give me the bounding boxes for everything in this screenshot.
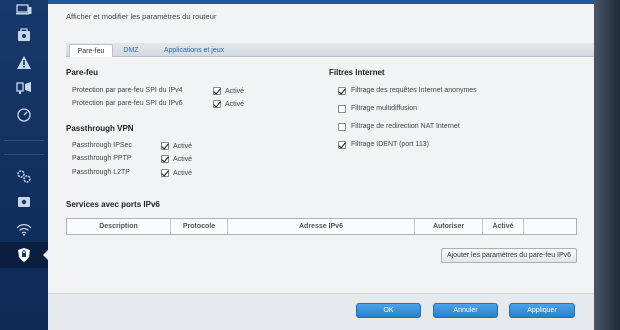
multicast-checkbox[interactable]: [338, 105, 346, 113]
parental-controls-icon: [18, 28, 30, 41]
pptp-enabled-label: Activé: [173, 156, 193, 163]
spi-ipv6-label: Protection par pare-feu SPI du IPv6: [72, 100, 183, 107]
nav-parental-controls[interactable]: [0, 22, 48, 48]
nav-devices[interactable]: [0, 0, 48, 23]
nat-redirection-checkbox[interactable]: [338, 123, 346, 131]
ipv6-services-title: Services avec ports IPv6: [66, 200, 160, 209]
vpn-section-title: Passthrough VPN: [66, 124, 134, 133]
l2tp-label: Passthrough L2TP: [72, 169, 130, 176]
apply-button[interactable]: Appliquer: [509, 303, 575, 318]
column-header-actions: [524, 219, 576, 234]
ident-checkbox[interactable]: [338, 141, 346, 149]
ipsec-checkbox[interactable]: [161, 142, 169, 150]
main-panel: Afficher et modifier les paramètres du r…: [48, 0, 620, 330]
settings-icon: [17, 170, 31, 183]
header-bar: [48, 0, 594, 4]
window-edge: [594, 0, 620, 330]
nav-security[interactable]: [0, 242, 48, 268]
l2tp-checkbox[interactable]: [161, 169, 169, 177]
nav-external-storage[interactable]: [0, 189, 48, 215]
spi-ipv4-checkbox[interactable]: [213, 87, 221, 95]
firewall-section-title: Pare-feu: [66, 68, 99, 77]
media-prioritization-icon: [16, 82, 31, 94]
nav-separator: [4, 154, 44, 155]
usb-storage-icon: [18, 197, 30, 207]
spi-ipv4-enabled-label: Activé: [225, 88, 245, 95]
internet-filters-title: Filtres Internet: [329, 68, 385, 77]
ipsec-label: Passthrough IPSec: [72, 142, 132, 149]
column-header-enabled: Activé: [483, 219, 524, 234]
tab-dmz[interactable]: DMZ: [116, 44, 146, 57]
ipv6-services-table: Description Protocole Adresse IPv6 Autor…: [66, 218, 577, 235]
tab-bar: Pare-feu DMZ Applications et jeux: [66, 43, 620, 57]
ok-button[interactable]: OK: [356, 303, 421, 318]
column-header-protocol: Protocole: [171, 219, 228, 234]
devices-icon: [16, 4, 32, 15]
pptp-checkbox[interactable]: [161, 155, 169, 163]
pptp-label: Passthrough PPTP: [72, 155, 132, 162]
nav-wireless[interactable]: [0, 216, 48, 242]
add-ipv6-firewall-button[interactable]: Ajouter les paramètres du pare-feu IPv6: [441, 248, 577, 263]
anonymous-requests-checkbox[interactable]: [338, 87, 346, 95]
spi-ipv4-label: Protection par pare-feu SPI du IPv4: [72, 87, 183, 94]
spi-ipv6-enabled-label: Activé: [225, 101, 245, 108]
nav-media-prioritization[interactable]: [0, 75, 48, 101]
ipsec-enabled-label: Activé: [173, 143, 193, 150]
anonymous-requests-label: Filtrage des requêtes Internet anonymes: [351, 87, 477, 94]
nat-redirection-label: Filtrage de redirection NAT Internet: [351, 123, 460, 130]
wireless-icon: [16, 224, 32, 236]
cancel-button[interactable]: Annuler: [433, 303, 498, 318]
page-subtitle: Afficher et modifier les paramètres du r…: [66, 12, 217, 21]
warning-icon: [17, 55, 31, 69]
nav-alerts[interactable]: [0, 49, 48, 75]
nav-speed-test[interactable]: [0, 102, 48, 128]
nav-separator: [4, 140, 44, 141]
l2tp-enabled-label: Activé: [173, 170, 193, 177]
ident-label: Filtrage IDENT (port 113): [351, 141, 429, 148]
speed-test-icon: [17, 108, 31, 122]
security-shield-icon: [18, 248, 30, 262]
nav-connectivity[interactable]: [0, 163, 48, 189]
column-header-allow: Autoriser: [415, 219, 483, 234]
tab-firewall[interactable]: Pare-feu: [69, 44, 113, 57]
multicast-label: Filtrage multidiffusion: [351, 105, 418, 112]
column-header-ipv6-address: Adresse IPv6: [228, 219, 415, 234]
spi-ipv6-checkbox[interactable]: [213, 100, 221, 108]
column-header-description: Description: [67, 219, 171, 234]
left-navigation: [0, 0, 48, 330]
tab-apps-and-games[interactable]: Applications et jeux: [152, 44, 236, 57]
